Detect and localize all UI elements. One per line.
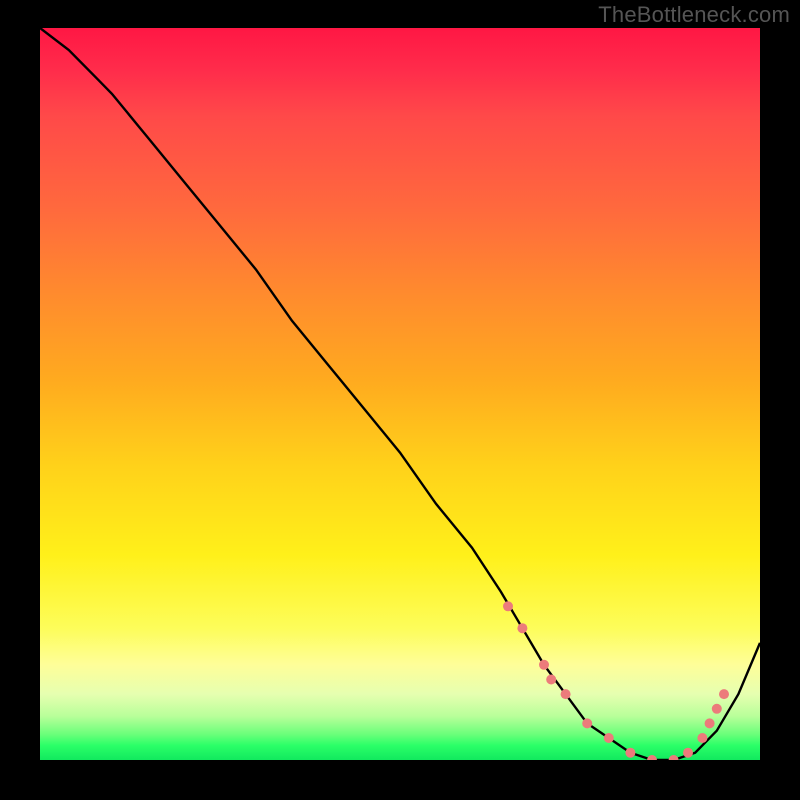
marker-dot bbox=[625, 748, 635, 758]
watermark-text: TheBottleneck.com bbox=[598, 2, 790, 28]
marker-dot bbox=[705, 718, 715, 728]
plot-area bbox=[40, 28, 760, 760]
marker-dot bbox=[647, 755, 657, 760]
marker-dot bbox=[582, 718, 592, 728]
marker-dot bbox=[604, 733, 614, 743]
curve-layer bbox=[40, 28, 760, 760]
marker-dot bbox=[561, 689, 571, 699]
marker-dots bbox=[503, 601, 729, 760]
marker-dot bbox=[517, 623, 527, 633]
marker-dot bbox=[503, 601, 513, 611]
marker-dot bbox=[697, 733, 707, 743]
marker-dot bbox=[712, 704, 722, 714]
bottleneck-curve bbox=[40, 28, 760, 760]
marker-dot bbox=[539, 660, 549, 670]
marker-dot bbox=[683, 748, 693, 758]
marker-dot bbox=[719, 689, 729, 699]
marker-dot bbox=[669, 755, 679, 760]
chart-frame: TheBottleneck.com bbox=[0, 0, 800, 800]
marker-dot bbox=[546, 675, 556, 685]
